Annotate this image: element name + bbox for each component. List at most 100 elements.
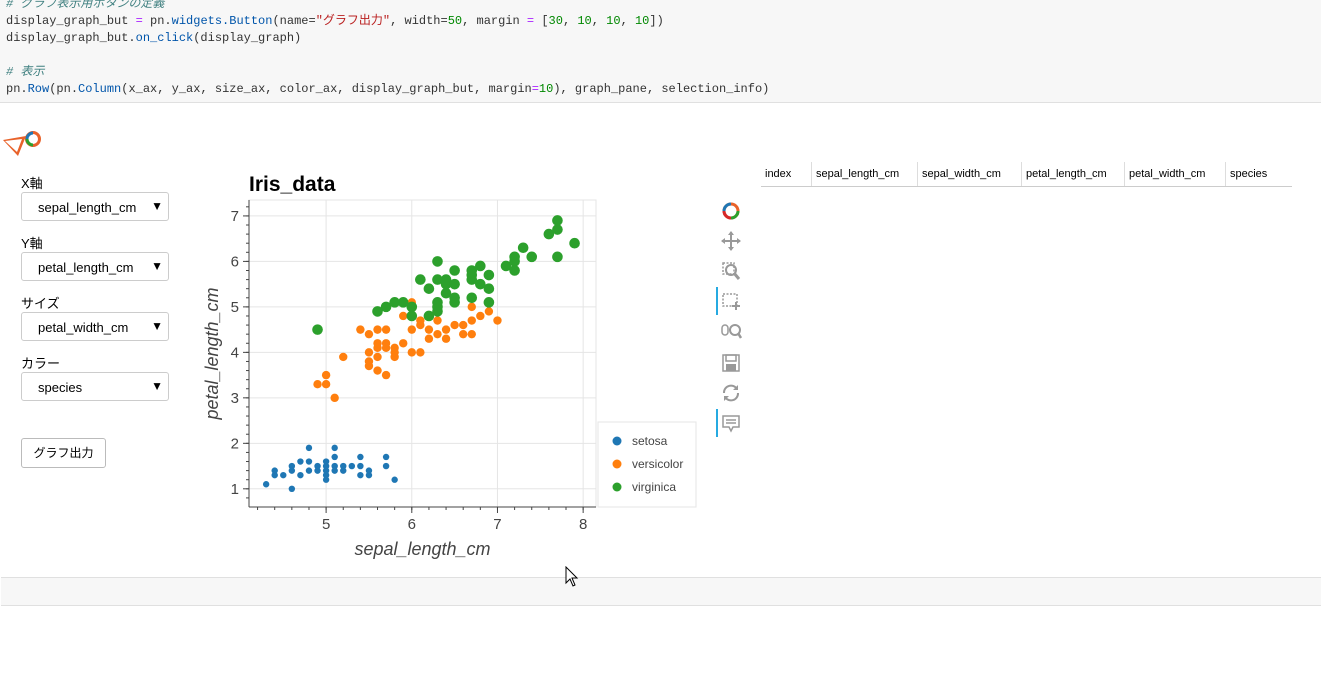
data-point-versicolor: [381, 370, 391, 380]
chart-title: Iris_data: [249, 173, 336, 196]
chevron-down-icon: ▼: [151, 259, 163, 273]
chevron-down-icon: ▼: [151, 199, 163, 213]
y-tick-label: 4: [231, 344, 239, 361]
x-axis-select[interactable]: sepal_length_cm ▼: [21, 192, 169, 221]
data-point-virginica: [475, 260, 486, 272]
code-line-2: display_graph_but = pn.widgets.Button(na…: [6, 14, 664, 28]
display-graph-button[interactable]: グラフ出力: [21, 438, 106, 468]
data-point-setosa: [331, 462, 338, 470]
y-tick-label: 5: [231, 299, 239, 316]
color-select[interactable]: species ▼: [21, 372, 169, 401]
x-tick-label: 7: [493, 516, 501, 533]
data-point-setosa: [280, 471, 287, 479]
plot-toolbar: [714, 196, 750, 446]
data-point-versicolor: [339, 352, 348, 362]
data-point-versicolor: [390, 343, 399, 353]
column-header-petal-width[interactable]: petal_width_cm: [1125, 162, 1226, 186]
x-tick-label: 8: [579, 516, 587, 533]
size-select[interactable]: petal_width_cm ▼: [21, 312, 169, 341]
data-point-virginica: [466, 292, 478, 304]
data-point-versicolor: [373, 352, 382, 362]
data-point-versicolor: [467, 329, 476, 339]
data-point-setosa: [305, 467, 313, 474]
data-point-versicolor: [364, 329, 374, 339]
y-axis-select[interactable]: petal_length_cm ▼: [21, 252, 169, 281]
data-point-versicolor: [441, 325, 451, 334]
reset-icon[interactable]: [720, 382, 742, 404]
data-point-setosa: [365, 467, 373, 474]
data-point-versicolor: [493, 316, 502, 325]
data-point-setosa: [340, 462, 347, 470]
data-point-virginica: [483, 297, 495, 308]
data-point-setosa: [331, 453, 338, 461]
zoom-icon[interactable]: [720, 260, 742, 282]
data-point-versicolor: [373, 339, 382, 348]
column-header-sepal-length[interactable]: sepal_length_cm: [812, 162, 918, 186]
data-point-setosa: [382, 462, 390, 470]
code-cell[interactable]: # グラフ表示用ボタンの定義 display_graph_but = pn.wi…: [0, 0, 1321, 103]
data-point-virginica: [552, 215, 563, 226]
data-point-versicolor: [321, 380, 331, 389]
data-point-virginica: [483, 283, 495, 294]
data-point-versicolor: [399, 339, 408, 348]
data-point-virginica: [449, 278, 460, 290]
column-header-species[interactable]: species: [1226, 162, 1292, 186]
legend-label-versicolor: versicolor: [632, 457, 683, 471]
box-select-icon[interactable]: [720, 290, 742, 312]
save-icon[interactable]: [720, 352, 742, 374]
data-point-setosa: [314, 462, 321, 470]
y-axis-value: petal_length_cm: [38, 260, 134, 275]
data-point-setosa: [322, 458, 330, 465]
data-point-versicolor: [364, 348, 374, 357]
empty-code-cell[interactable]: [1, 577, 1321, 606]
data-point-versicolor: [399, 311, 408, 321]
mouse-cursor-icon: [565, 566, 579, 587]
legend-label-virginica: virginica: [632, 480, 676, 494]
data-point-setosa: [357, 471, 364, 479]
data-point-versicolor: [356, 325, 365, 334]
selection-table[interactable]: index sepal_length_cm sepal_width_cm pet…: [761, 162, 1292, 187]
pan-icon[interactable]: [720, 230, 742, 252]
data-point-setosa: [305, 444, 313, 452]
data-point-virginica: [406, 301, 418, 313]
scatter-plot[interactable]: 5 6 7 8 1 2 3 4 5 6 7 Iris_data sepal_length_cm petal…: [190, 160, 710, 570]
data-point-versicolor: [467, 316, 476, 325]
column-header-index[interactable]: index: [761, 162, 812, 186]
bokeh-logo-icon[interactable]: [720, 200, 742, 222]
wheel-zoom-icon[interactable]: [720, 321, 742, 343]
y-tick-label: 2: [231, 435, 239, 452]
code-line-3: display_graph_but.on_click(display_graph…: [6, 31, 302, 45]
data-point-virginica: [569, 237, 580, 249]
data-point-versicolor: [407, 348, 416, 357]
data-point-versicolor: [476, 311, 485, 321]
data-point-versicolor: [313, 380, 322, 389]
data-point-versicolor: [424, 334, 434, 343]
data-point-virginica: [415, 274, 426, 285]
data-point-versicolor: [441, 334, 451, 343]
data-point-versicolor: [450, 320, 459, 330]
color-label: カラー: [21, 356, 61, 371]
color-value: species: [38, 380, 83, 395]
code-comment-1: # グラフ表示用ボタンの定義: [6, 0, 165, 11]
data-point-setosa: [305, 458, 313, 465]
data-point-setosa: [288, 485, 296, 493]
data-point-setosa: [382, 453, 390, 461]
chevron-down-icon: ▼: [151, 319, 163, 333]
column-header-sepal-width[interactable]: sepal_width_cm: [918, 162, 1022, 186]
y-tick-label: 1: [231, 481, 239, 498]
active-tool-indicator: [716, 409, 718, 437]
data-point-setosa: [357, 453, 364, 461]
panel-logo-icon: [3, 131, 41, 156]
code-line-5: pn.Row(pn.Column(x_ax, y_ax, size_ax, co…: [6, 82, 770, 96]
data-point-setosa: [271, 467, 278, 474]
code-comment-2: # 表示: [6, 65, 45, 79]
column-header-petal-length[interactable]: petal_length_cm: [1022, 162, 1125, 186]
data-point-versicolor: [458, 320, 468, 330]
legend-marker-setosa: [612, 436, 622, 446]
x-axis-title: sepal_length_cm: [354, 539, 490, 559]
data-point-versicolor: [433, 329, 442, 339]
data-point-virginica: [509, 265, 520, 276]
legend-marker-versicolor: [612, 459, 622, 469]
data-point-virginica: [432, 256, 443, 267]
hover-icon[interactable]: [720, 413, 742, 435]
